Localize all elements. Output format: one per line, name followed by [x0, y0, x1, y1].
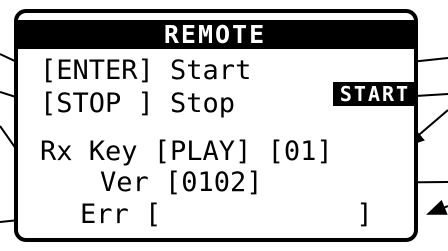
- lcd-row-error: Err [ ]: [80, 199, 373, 230]
- status-badge: START: [333, 82, 417, 106]
- lcd-row-version: Ver [0102]: [100, 167, 263, 198]
- remote-lcd-diagram: REMOTE [ENTER] Start [STOP ] Stop Rx Key…: [0, 0, 448, 251]
- lcd-row-stop: [STOP ] Stop: [40, 88, 236, 119]
- lcd-row-rx-key: Rx Key [PLAY] [01]: [40, 136, 333, 167]
- lcd-title: REMOTE: [14, 20, 416, 49]
- lcd-row-enter-start: [ENTER] Start: [40, 55, 252, 86]
- arrow-error-value-callout: [426, 199, 448, 215]
